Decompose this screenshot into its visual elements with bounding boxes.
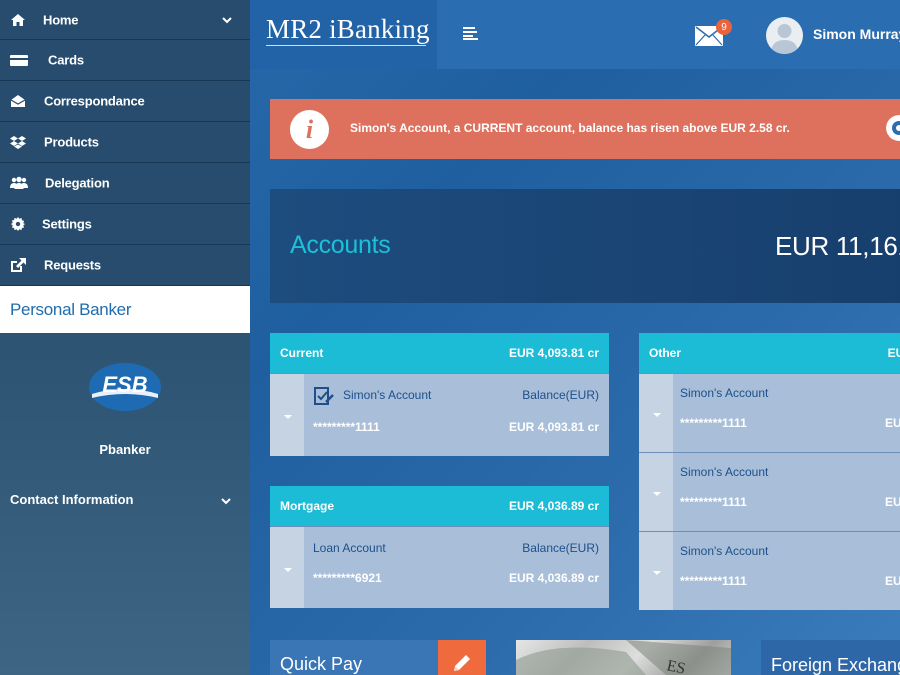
- mail-count-badge: 9: [716, 19, 732, 35]
- account-name[interactable]: Simon's Account: [680, 465, 768, 479]
- balance-label: Balance(EUR): [522, 541, 599, 555]
- row-expander[interactable]: [639, 453, 673, 531]
- foreign-exchange-title: Foreign Exchange: [771, 655, 900, 675]
- caret-down-icon: [284, 415, 292, 419]
- balance-alert: i Simon's Account, a CURRENT account, ba…: [270, 99, 900, 159]
- account-balance: EUR: [885, 416, 900, 430]
- group-header-other[interactable]: Other EUR: [639, 333, 900, 373]
- sidebar-item-cards[interactable]: Cards: [0, 40, 250, 81]
- account-balance: EUR 4,036.89 cr: [508, 571, 599, 585]
- account-row[interactable]: Simon's Account *********1111 Balance(EU…: [270, 373, 609, 456]
- account-row[interactable]: Simon's Account *********1111 EUR: [639, 452, 900, 531]
- edit-button[interactable]: [438, 640, 486, 675]
- sidebar-item-label: Products: [44, 134, 99, 150]
- users-icon: [10, 176, 28, 189]
- svg-text:ES: ES: [665, 657, 687, 675]
- caret-down-icon: [284, 567, 292, 572]
- balance-label: Balance(EUR): [522, 388, 599, 402]
- envelope-open-icon: [10, 95, 26, 107]
- row-expander[interactable]: [270, 374, 304, 456]
- caret-down-icon: [653, 571, 661, 575]
- chevron-down-icon[interactable]: [221, 497, 231, 505]
- menu-toggle-icon[interactable]: [463, 26, 479, 40]
- sidebar-item-delegation[interactable]: Delegation: [0, 163, 250, 204]
- alert-message: Simon's Account, a CURRENT account, bala…: [350, 121, 790, 135]
- sidebar-item-label: Delegation: [45, 175, 110, 191]
- accounts-title: Accounts: [290, 231, 391, 259]
- group-amount: EUR 4,036.89 cr: [508, 499, 599, 513]
- sidebar-item-label: Requests: [44, 257, 101, 273]
- account-balance: EUR: [885, 574, 900, 588]
- account-number: *********1111: [680, 495, 747, 509]
- group-header-current[interactable]: Current EUR 4,093.81 cr: [270, 333, 609, 373]
- group-amount: EUR: [887, 346, 900, 360]
- avatar[interactable]: [766, 17, 803, 54]
- gear-icon: [11, 217, 25, 231]
- user-name[interactable]: Simon Murray: [813, 26, 900, 42]
- row-expander[interactable]: [639, 532, 673, 610]
- card-icon: [10, 55, 28, 66]
- edit-document-icon: [314, 387, 334, 405]
- accounts-banner: Accounts EUR 11,161.: [270, 189, 900, 303]
- row-expander[interactable]: [270, 527, 304, 608]
- group-header-mortgage[interactable]: Mortgage EUR 4,036.89 cr: [270, 486, 609, 526]
- group-name: Other: [649, 346, 682, 360]
- accounts-total: EUR 11,161.: [775, 231, 900, 261]
- caret-down-icon: [653, 413, 661, 417]
- quick-pay-title: Quick Pay: [280, 654, 363, 674]
- sidebar-item-requests[interactable]: Requests: [0, 245, 250, 286]
- account-name[interactable]: Simon's Account: [680, 544, 768, 558]
- account-name[interactable]: Loan Account: [313, 541, 386, 555]
- account-row[interactable]: Simon's Account *********1111 EUR: [639, 531, 900, 610]
- esb-logo: ESB: [89, 363, 161, 411]
- info-icon: i: [290, 110, 329, 149]
- row-expander[interactable]: [639, 374, 673, 452]
- account-number: *********6921: [313, 571, 382, 585]
- external-link-icon: [11, 258, 26, 272]
- sidebar-item-label: Home: [43, 12, 79, 27]
- caret-down-icon: [653, 492, 661, 496]
- account-number: *********1111: [680, 416, 747, 430]
- sidebar-item-settings[interactable]: Settings: [0, 204, 250, 245]
- group-name: Current: [280, 346, 324, 360]
- account-number: *********1111: [680, 574, 747, 588]
- user-avatar-icon: [771, 24, 798, 54]
- account-balance: EUR 4,093.81 cr: [508, 420, 599, 434]
- brand-underline: [266, 45, 426, 46]
- account-row[interactable]: Loan Account *********6921 Balance(EUR) …: [270, 526, 609, 608]
- sidebar-item-label: Cards: [48, 52, 84, 68]
- group-name: Mortgage: [280, 499, 334, 513]
- dropbox-icon: [10, 136, 26, 149]
- personal-banker-header: Personal Banker: [0, 286, 250, 333]
- top-header: MR2 iBanking 9 Simon Murray: [250, 0, 900, 69]
- account-balance: EUR: [885, 495, 900, 509]
- sidebar-item-label: Settings: [42, 216, 92, 232]
- banknotes-image: ES: [516, 640, 731, 675]
- home-icon: [11, 13, 25, 26]
- sidebar-item-correspondance[interactable]: Correspondance: [0, 81, 250, 122]
- banknotes-graphic: ES: [516, 640, 731, 675]
- sidebar-item-home[interactable]: Home: [0, 0, 250, 40]
- foreign-exchange-tile[interactable]: Foreign Exchange: [761, 640, 900, 675]
- account-name[interactable]: Simon's Account: [343, 388, 431, 402]
- banker-name: Pbanker: [99, 442, 151, 457]
- group-amount: EUR 4,093.81 cr: [508, 346, 599, 360]
- account-row[interactable]: Simon's Account *********1111 EUR: [639, 373, 900, 452]
- account-name[interactable]: Simon's Account: [680, 386, 768, 400]
- sidebar: Home Cards Correspondance Products Deleg…: [0, 0, 250, 675]
- quick-pay-tile[interactable]: Quick Pay: [270, 640, 486, 675]
- brand[interactable]: MR2 iBanking: [250, 0, 437, 69]
- sidebar-item-products[interactable]: Products: [0, 122, 250, 163]
- contact-information[interactable]: Contact Information: [10, 492, 134, 507]
- sidebar-item-label: Correspondance: [44, 93, 145, 109]
- account-number: *********1111: [313, 420, 380, 434]
- pencil-icon: [454, 655, 470, 671]
- brand-title: MR2 iBanking: [266, 14, 430, 44]
- esb-logo-text: ESB: [102, 372, 147, 397]
- chevron-down-icon[interactable]: [222, 16, 232, 24]
